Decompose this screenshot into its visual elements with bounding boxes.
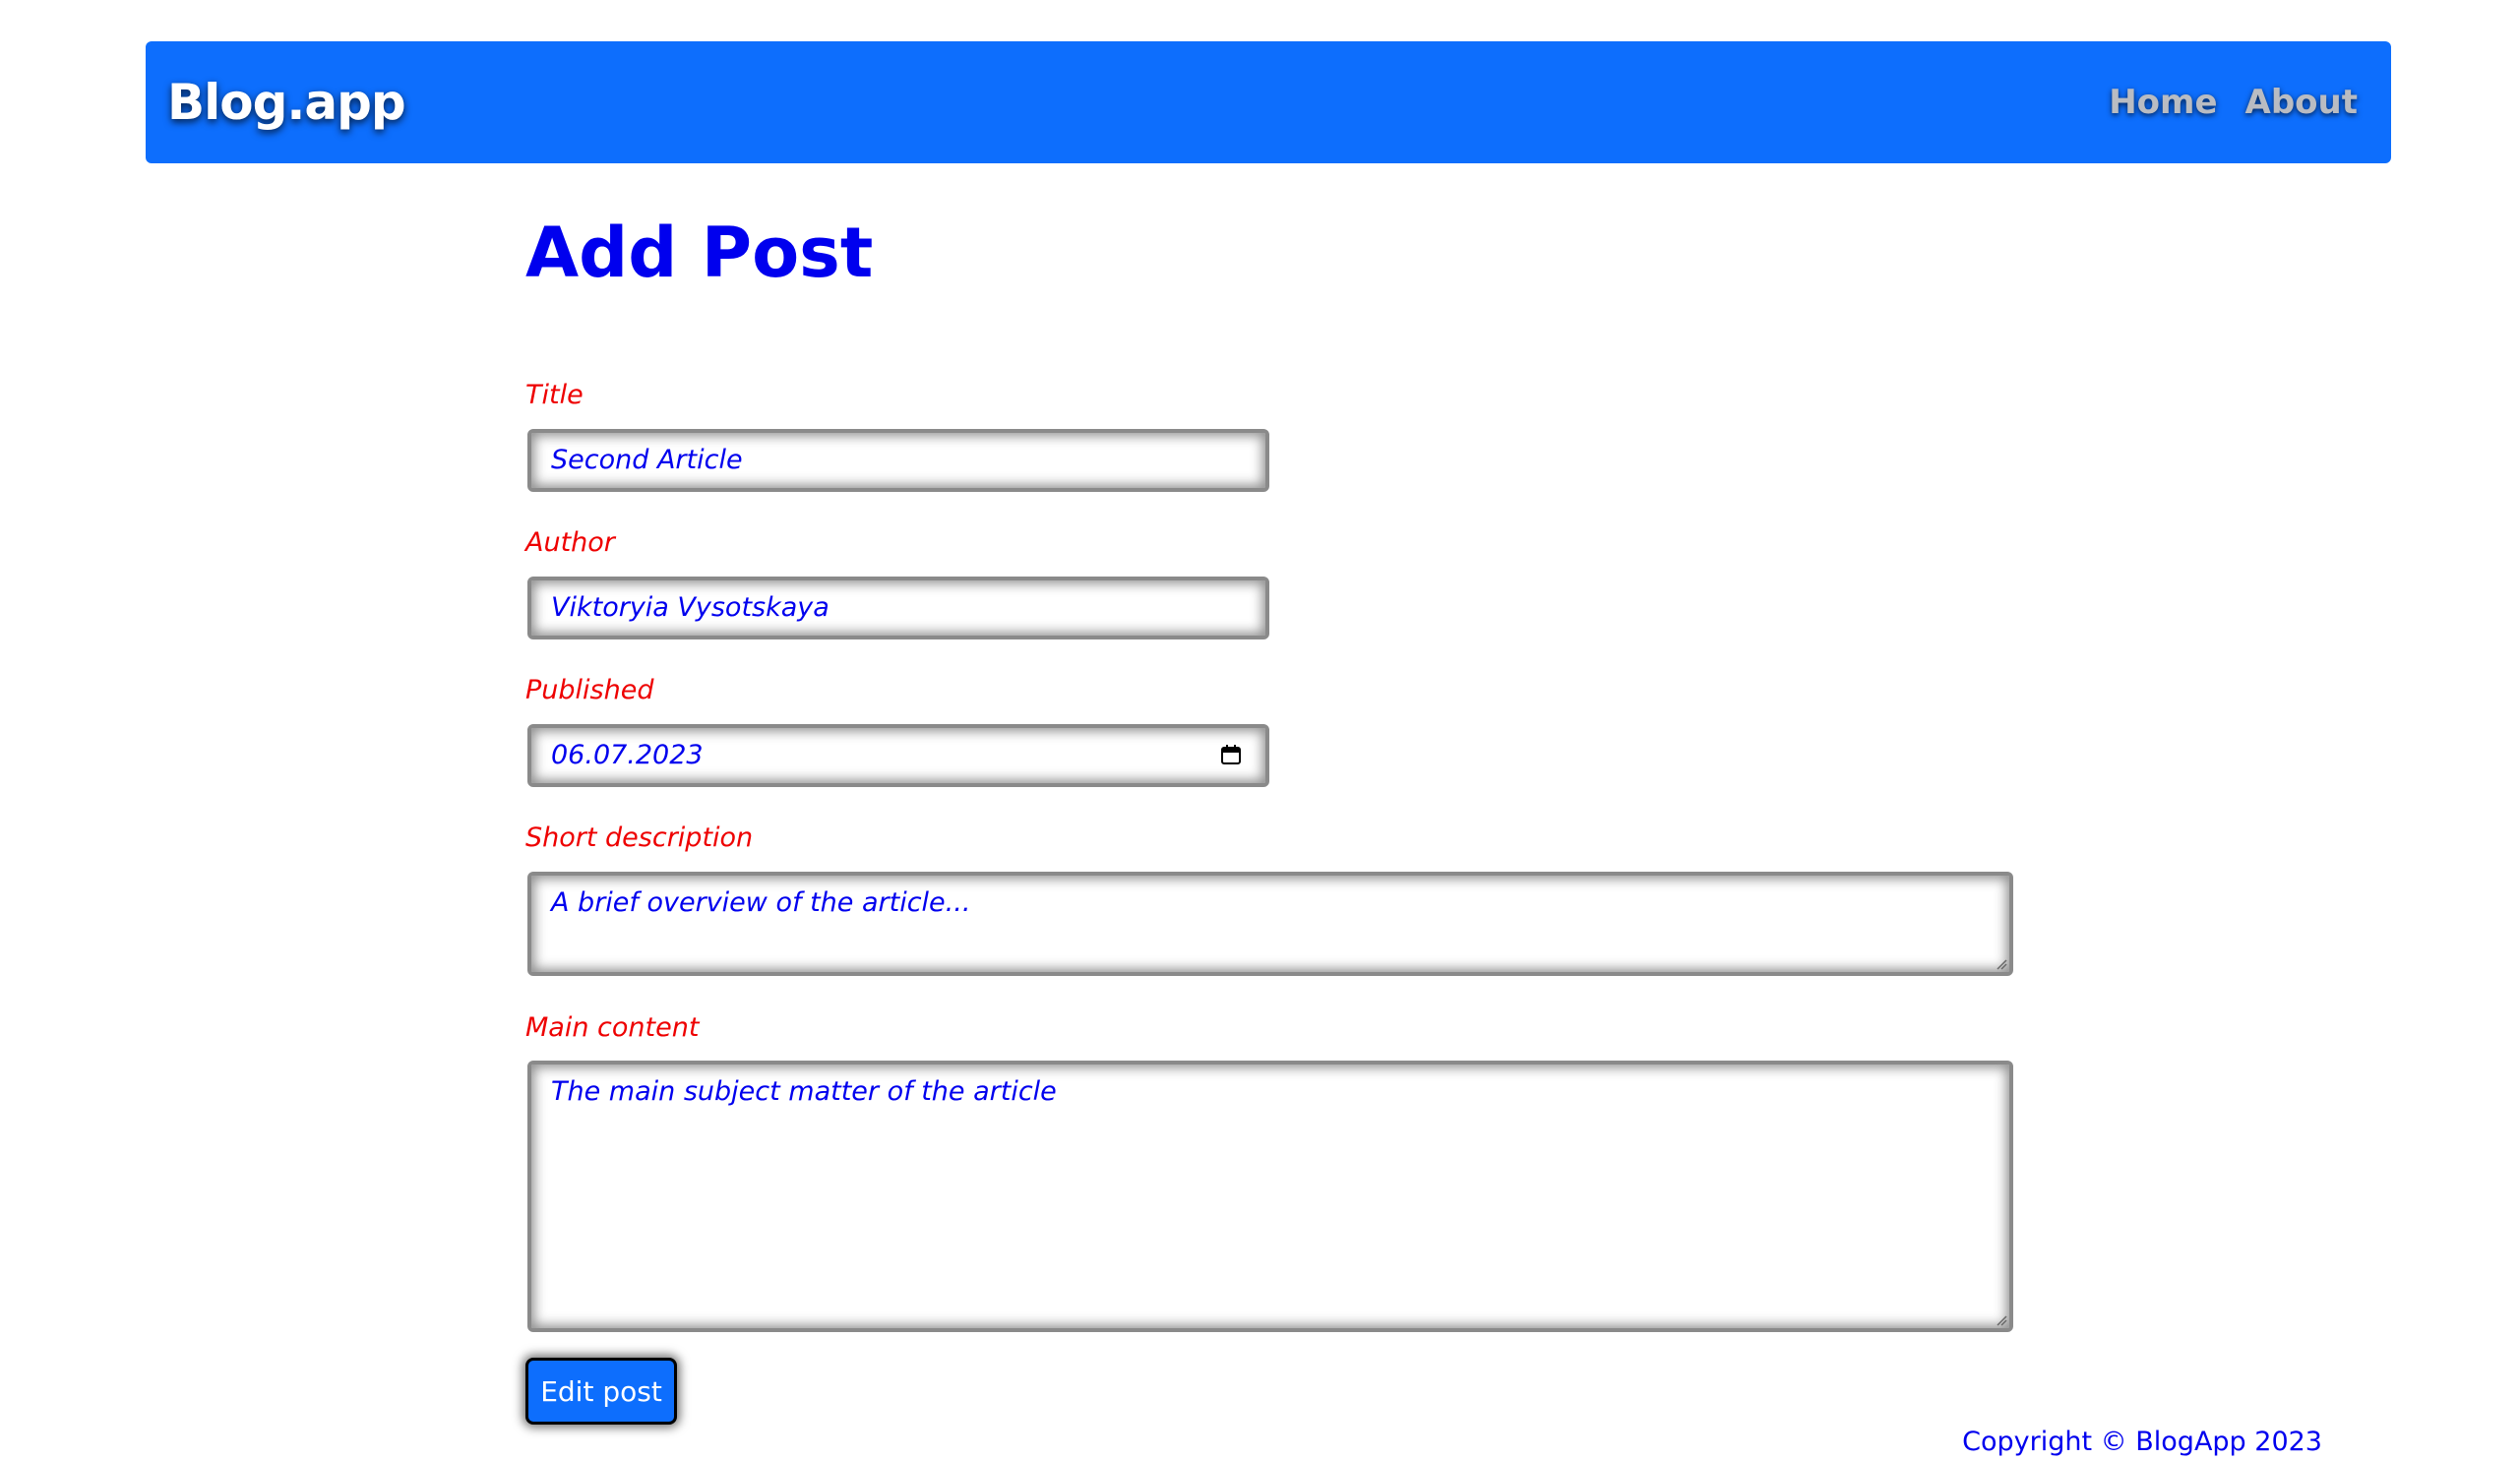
navbar: Blog.app Home About bbox=[146, 41, 2391, 163]
short-description-textarea[interactable]: A brief overview of the article... bbox=[527, 872, 2013, 976]
short-description-label: Short description bbox=[525, 822, 754, 853]
resize-grip-icon[interactable] bbox=[1996, 958, 2007, 970]
author-input[interactable]: Viktoryia Vysotskaya bbox=[527, 577, 1269, 639]
nav-link-home[interactable]: Home bbox=[2109, 83, 2217, 122]
edit-post-button[interactable]: Edit post bbox=[525, 1358, 677, 1425]
brand-logo[interactable]: Blog.app bbox=[167, 41, 406, 163]
page-title: Add Post bbox=[525, 213, 874, 293]
main-content-value: The main subject matter of the article bbox=[551, 1076, 1057, 1107]
published-date-input[interactable]: 06.07.2023 bbox=[527, 724, 1269, 787]
nav-links: Home About bbox=[2109, 41, 2358, 163]
published-label: Published bbox=[525, 675, 654, 705]
main-content-textarea[interactable]: The main subject matter of the article bbox=[527, 1061, 2013, 1332]
resize-grip-icon[interactable] bbox=[1996, 1314, 2007, 1326]
nav-link-about[interactable]: About bbox=[2245, 83, 2358, 122]
main-content-label: Main content bbox=[525, 1012, 700, 1043]
title-label: Title bbox=[525, 380, 584, 410]
title-input-value: Second Article bbox=[551, 445, 743, 475]
author-label: Author bbox=[525, 527, 615, 558]
title-input[interactable]: Second Article bbox=[527, 429, 1269, 492]
copyright-text: Copyright © BlogApp 2023 bbox=[1962, 1427, 2322, 1457]
author-input-value: Viktoryia Vysotskaya bbox=[551, 592, 830, 623]
published-input-value: 06.07.2023 bbox=[551, 740, 704, 770]
calendar-icon[interactable] bbox=[1220, 744, 1242, 765]
short-description-value: A brief overview of the article... bbox=[551, 887, 971, 918]
